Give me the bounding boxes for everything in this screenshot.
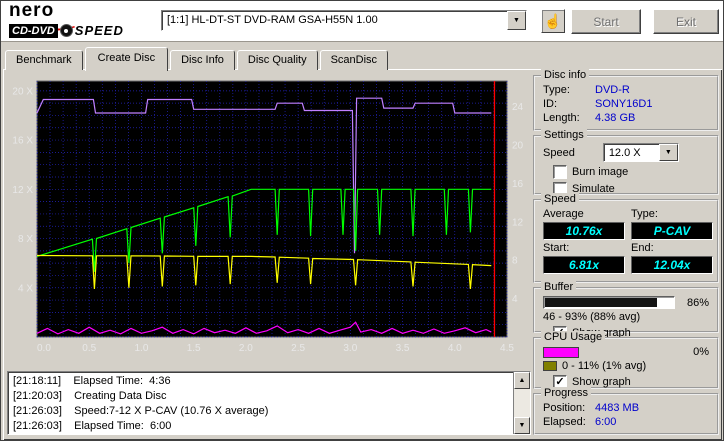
tab-create-disc[interactable]: Create Disc [84,47,169,71]
elapsed-value: 6:00 [595,416,617,428]
cpu-swatch [543,346,579,358]
svg-text:8 X: 8 X [18,234,33,245]
cpu-range-text: 0 - 11% (1% avg) [562,360,647,372]
disc-length-label: Length: [543,112,580,124]
average-speed-display: 10.76x [543,222,625,240]
logo-speed-text: SPEED [74,23,124,38]
position-value: 4483 MB [595,402,640,414]
cpu-usage-title: CPU Usage [541,331,606,343]
speed-select[interactable]: 12.0 X ▼ [602,143,679,162]
buffer-bar-fill [545,298,657,307]
svg-text:4: 4 [512,294,518,305]
progress-title: Progress [541,387,592,399]
write-type-display: P-CAV [631,222,713,240]
scroll-up-icon[interactable]: ▲ [514,372,530,389]
buffer-group: Buffer 86% 46 - 93% (88% avg) Show graph [533,281,719,340]
cpu-percent: 0% [693,346,709,358]
elapsed-label: Elapsed: [543,416,586,428]
svg-text:0.5: 0.5 [82,343,96,354]
chevron-down-icon[interactable]: ▼ [658,144,678,161]
svg-text:8: 8 [512,256,518,267]
buffer-bar [543,296,675,309]
svg-text:2.5: 2.5 [291,343,305,354]
scrollbar-track[interactable] [514,389,530,417]
burn-image-label: Burn image [572,166,629,178]
drive-selector-value: [1:1] HL-DT-ST DVD-RAM GSA-H55N 1.00 [167,14,378,26]
svg-text:3.5: 3.5 [396,343,410,354]
hand-icon: ☝ [544,12,562,29]
buffer-title: Buffer [541,281,577,293]
start-speed-display: 6.81x [543,256,625,274]
tab-scandisc[interactable]: ScanDisc [319,50,389,70]
disc-type-value: DVD-R [595,84,630,96]
svg-text:4 X: 4 X [18,283,33,294]
svg-text:4.0: 4.0 [448,343,462,354]
logo-cddvd-text: CD-DVD [9,23,58,38]
svg-text:2.0: 2.0 [239,343,253,354]
svg-text:12: 12 [512,217,524,228]
tab-benchmark[interactable]: Benchmark [5,50,83,70]
disc-info-group: Disc info Type: DVD-R ID: SONY16D1 Lengt… [533,69,719,131]
burn-image-checkbox[interactable] [553,165,567,179]
burn-speed-chart-svg: 20 X 16 X 12 X 8 X 4 X 24 20 16 12 8 4 0.0 0.5 1.0 1.5… [12,80,524,354]
speed-title: Speed [541,193,579,205]
svg-text:1.5: 1.5 [187,343,201,354]
log-line: [21:26:03] Elapsed Time: 6:00 [13,420,172,432]
svg-text:0.0: 0.0 [37,343,51,354]
tab-bar: Benchmark Create Disc Disc Info Disc Qua… [5,47,390,71]
svg-text:3.0: 3.0 [343,343,357,354]
progress-group: Progress Position: 4483 MB Elapsed: 6:00 [533,387,719,435]
buffer-range-text: 46 - 93% (88% avg) [543,311,641,323]
disc-id-label: ID: [543,98,558,110]
tab-disc-info[interactable]: Disc Info [170,50,235,70]
exit-button[interactable]: Exit [653,9,719,34]
burn-speed-chart: 20 X 16 X 12 X 8 X 4 X 24 20 16 12 8 4 0.0 0.5 1.0 1.5… [7,77,531,367]
scroll-down-icon[interactable]: ▼ [514,417,530,434]
nero-logo: nero CD-DVD SPEED [9,1,157,40]
start-button[interactable]: Start [571,9,641,34]
svg-text:16: 16 [512,179,524,190]
disc-length-value: 4.38 GB [595,112,636,124]
svg-text:16 X: 16 X [12,136,33,147]
disc-info-title: Disc info [541,69,590,81]
start-speed-label: Start: [543,242,570,254]
end-speed-display: 12.04x [631,256,713,274]
hand-tool-button[interactable]: ☝ [541,9,565,33]
speed-group: Speed Average Type: 10.76x P-CAV Start: … [533,193,719,283]
speed-setting-label: Speed [543,146,575,159]
tab-disc-quality[interactable]: Disc Quality [236,50,318,70]
cpu-usage-group: CPU Usage 0% 0 - 11% (1% avg) Show graph [533,331,719,389]
svg-text:24: 24 [512,102,524,113]
disc-id-value: SONY16D1 [595,98,653,110]
speed-select-value: 12.0 X [608,147,641,159]
drive-selector[interactable]: [1:1] HL-DT-ST DVD-RAM GSA-H55N 1.00 ▼ [161,10,527,31]
svg-text:12 X: 12 X [12,185,33,196]
type-label: Type: [631,208,658,220]
log-scrollbar[interactable]: ▲ ▼ [513,372,530,434]
log-line: [21:18:11] Elapsed Time: 4:36 [13,375,171,387]
app-window: nero CD-DVD SPEED [1:1] HL-DT-ST DVD-RAM… [0,0,724,441]
chevron-down-icon[interactable]: ▼ [507,11,526,30]
svg-text:20: 20 [512,141,524,152]
settings-title: Settings [541,129,587,141]
logo-product-line: CD-DVD SPEED [9,23,124,38]
end-speed-label: End: [631,242,654,254]
svg-text:1.0: 1.0 [134,343,148,354]
svg-text:4.5: 4.5 [500,343,514,354]
create-disc-panel: 20 X 16 X 12 X 8 X 4 X 24 20 16 12 8 4 0.0 0.5 1.0 1.5… [3,69,722,440]
event-log-lines: [21:18:11] Elapsed Time: 4:36 [21:20:03]… [8,372,513,434]
svg-text:20 X: 20 X [12,86,33,97]
settings-group: Settings Speed 12.0 X ▼ Burn image Simul… [533,129,719,196]
app-header: nero CD-DVD SPEED [1:1] HL-DT-ST DVD-RAM… [1,1,723,42]
average-label: Average [543,208,584,220]
log-line: [21:26:03] Speed:7-12 X P-CAV (10.76 X a… [13,405,269,417]
buffer-percent: 86% [686,296,709,309]
disc-icon [59,24,73,37]
burn-image-checkbox-row[interactable]: Burn image [535,162,717,179]
position-label: Position: [543,402,586,414]
event-log: [21:18:11] Elapsed Time: 4:36 [21:20:03]… [7,371,531,435]
log-line: [21:20:03] Creating Data Disc [13,390,167,402]
cpu-legend-swatch [543,361,557,371]
disc-type-label: Type: [543,84,570,96]
